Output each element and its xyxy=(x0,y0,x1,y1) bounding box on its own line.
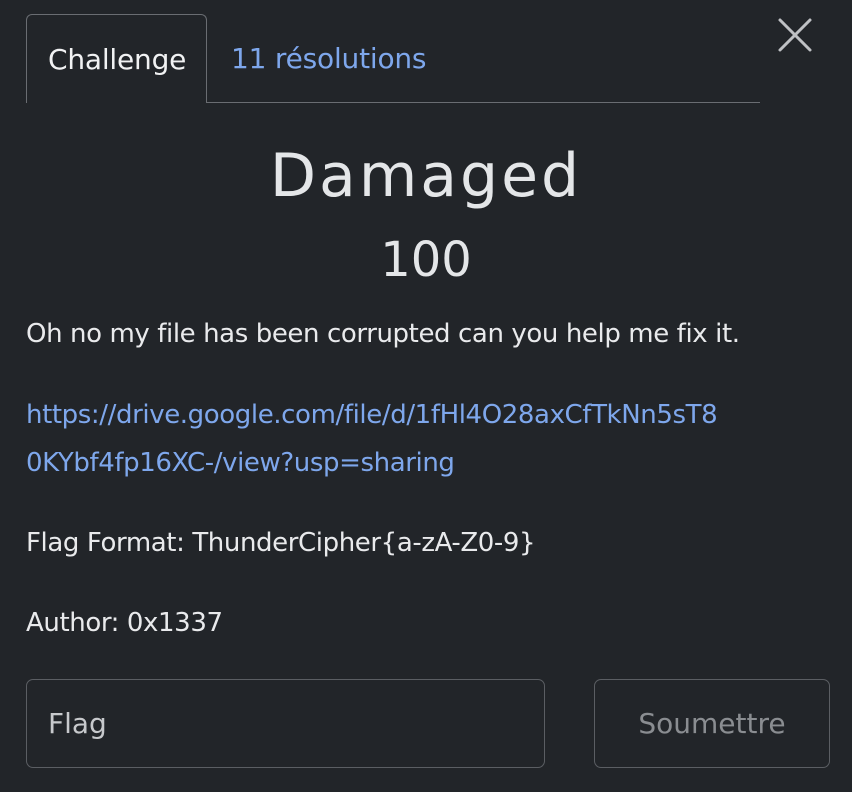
flag-format: Flag Format: ThunderCipher{a-zA-Z0-9} xyxy=(26,528,536,558)
author: Author: 0x1337 xyxy=(26,608,223,638)
file-link-line-1[interactable]: https://drive.google.com/file/d/1fHl4O28… xyxy=(26,396,718,434)
file-link-line-2[interactable]: 0KYbf4fp16XC-/view?usp=sharing xyxy=(26,444,455,482)
challenge-modal: Challenge 11 résolutions Damaged 100 Oh … xyxy=(0,0,852,792)
close-icon xyxy=(778,18,812,52)
tab-challenge-label: Challenge xyxy=(48,43,187,76)
tab-challenge[interactable]: Challenge xyxy=(26,14,207,103)
close-button[interactable] xyxy=(772,12,818,58)
submit-button[interactable]: Soumettre xyxy=(594,679,830,768)
tab-solves[interactable]: 11 résolutions xyxy=(231,42,427,75)
challenge-points: 100 xyxy=(380,232,472,288)
challenge-description: Oh no my file has been corrupted can you… xyxy=(26,319,740,349)
challenge-title: Damaged xyxy=(269,141,583,211)
tab-bar: Challenge 11 résolutions xyxy=(26,14,760,103)
flag-input[interactable] xyxy=(26,679,545,768)
